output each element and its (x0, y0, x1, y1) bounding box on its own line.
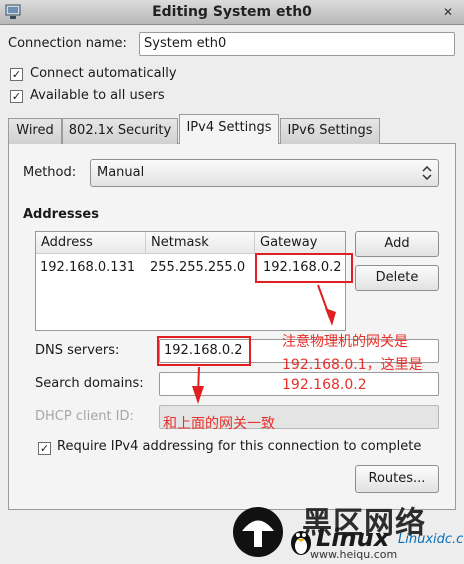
site-watermark: 黑区网络 Linux www.heiqu.com Linuxidc.com (232, 498, 464, 564)
annotation-arrows (192, 284, 336, 404)
mushroom-logo-icon (233, 507, 283, 557)
annotation-note-bottom: 和上面的网关一致 (163, 416, 275, 432)
watermark-site: Linuxidc.com (398, 532, 464, 547)
annotation-note-line1: 注意物理机的网关是 (282, 334, 408, 350)
annotation-note-line2: 192.168.0.1，这里是 (282, 357, 423, 373)
annotation-note-line3: 192.168.0.2 (282, 377, 367, 393)
watermark-url: www.heiqu.com (310, 548, 398, 561)
